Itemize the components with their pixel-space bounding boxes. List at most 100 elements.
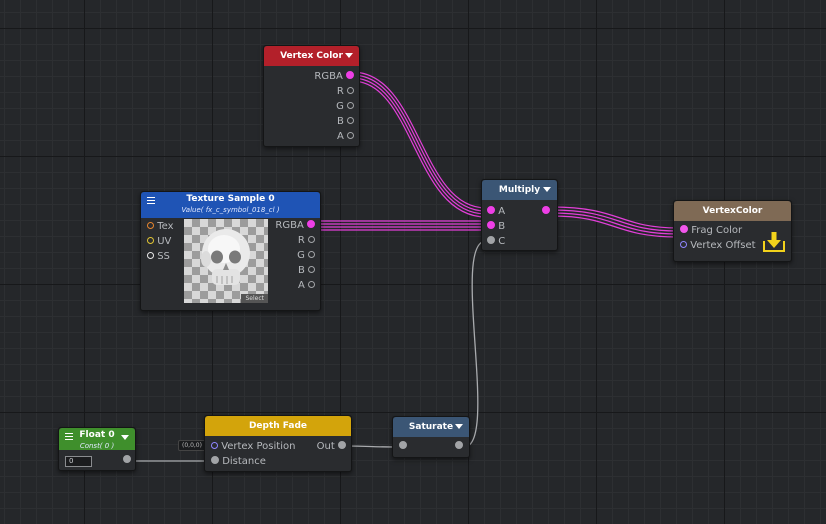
input-port-vertex-offset[interactable]: Vertex Offset — [680, 240, 756, 252]
input-port-distance[interactable]: Distance — [211, 456, 266, 468]
vertex-color-output-node-title: VertexColor — [702, 206, 763, 216]
port-connector-icon[interactable] — [147, 251, 154, 259]
port-connector-icon[interactable] — [211, 441, 218, 449]
wire-texture-to-multiply-b — [316, 220, 486, 231]
vertex-color-output-node-header[interactable]: VertexColor — [674, 201, 791, 221]
port-connector-icon[interactable] — [487, 236, 495, 244]
output-port-b[interactable]: B — [337, 116, 354, 128]
port-label: Tex — [157, 221, 174, 232]
port-connector-icon[interactable] — [147, 221, 154, 229]
float-node-title: Float 0 — [79, 430, 115, 440]
float-node[interactable]: Float 0 Const( 0 ) 0 — [58, 427, 136, 471]
output-port-out[interactable]: Out — [317, 441, 346, 453]
texture-sample-node[interactable]: Texture Sample 0 Value( fx_c_symbol_018_… — [140, 191, 321, 311]
output-port-g[interactable]: G — [297, 250, 315, 262]
port-label: Vertex Offset — [690, 240, 756, 251]
input-port-a[interactable]: A — [487, 206, 505, 218]
port-connector-icon[interactable] — [347, 131, 354, 139]
output-port-connector-icon[interactable] — [542, 206, 550, 214]
output-port-r[interactable]: R — [337, 86, 354, 98]
depth-fade-node-header[interactable]: Depth Fade — [205, 416, 351, 436]
port-label: R — [297, 235, 305, 246]
port-label: RGBA — [314, 71, 343, 82]
wire-multiply-to-output — [551, 206, 679, 238]
port-connector-icon[interactable] — [211, 456, 219, 464]
output-port-rgba[interactable]: RGBA — [314, 71, 354, 83]
port-connector-icon[interactable] — [346, 71, 354, 79]
port-label: B — [336, 116, 344, 127]
port-connector-icon[interactable] — [347, 86, 354, 94]
dropdown-arrow-icon[interactable] — [345, 53, 353, 58]
port-label: Distance — [222, 456, 266, 467]
output-port-b[interactable]: B — [298, 265, 315, 277]
output-port-r[interactable]: R — [298, 235, 315, 247]
multiply-node-header[interactable]: Multiply — [482, 180, 557, 200]
port-label: Frag Color — [691, 225, 743, 236]
input-port-frag-color[interactable]: Frag Color — [680, 225, 742, 237]
port-connector-icon[interactable] — [308, 280, 315, 288]
port-connector-icon[interactable] — [680, 240, 687, 248]
skull-texture-icon — [201, 229, 250, 285]
port-label: G — [297, 250, 305, 261]
select-texture-button[interactable]: Select — [241, 294, 268, 303]
port-label: R — [336, 86, 344, 97]
vertex-color-node-header[interactable]: Vertex Color — [264, 46, 359, 66]
port-label: Vertex Position — [221, 441, 296, 452]
port-label: B — [297, 265, 305, 276]
texture-sample-node-header[interactable]: Texture Sample 0 Value( fx_c_symbol_018_… — [141, 192, 320, 218]
depth-fade-node[interactable]: Depth Fade Vertex Position Distance Out — [204, 415, 352, 472]
depth-fade-node-title: Depth Fade — [248, 421, 308, 431]
float-node-subtitle: Const( 0 ) — [79, 442, 115, 450]
dropdown-arrow-icon[interactable] — [121, 435, 129, 440]
output-port-g[interactable]: G — [336, 101, 354, 113]
multiply-node-title: Multiply — [498, 185, 541, 195]
port-connector-icon[interactable] — [308, 250, 315, 258]
vertex-color-node[interactable]: Vertex Color RGBA R G B A — [263, 45, 360, 147]
vertex-color-output-node[interactable]: VertexColor Frag Color Vertex Offset — [673, 200, 792, 262]
vertex-color-node-title: Vertex Color — [280, 51, 343, 61]
port-label: A — [297, 280, 305, 291]
port-connector-icon[interactable] — [338, 441, 346, 449]
port-connector-icon[interactable] — [347, 116, 354, 124]
saturate-node-header[interactable]: Saturate — [393, 417, 469, 437]
float-value-input[interactable]: 0 — [65, 456, 92, 467]
dropdown-arrow-icon[interactable] — [455, 424, 463, 429]
port-label: C — [498, 236, 506, 247]
output-port-a[interactable]: A — [337, 131, 354, 143]
port-label: SS — [157, 251, 170, 262]
port-label: A — [498, 206, 506, 217]
texture-sample-node-title: Texture Sample 0 — [186, 194, 275, 204]
port-connector-icon[interactable] — [487, 221, 495, 229]
input-port-ss[interactable]: SS — [147, 251, 170, 263]
wire-vertexcolor-to-multiply-a — [351, 71, 487, 218]
output-port-connector-icon[interactable] — [455, 441, 463, 449]
texture-sample-node-subtitle: Value( fx_c_symbol_018_cl ) — [181, 206, 280, 214]
input-port-vertex-position[interactable]: Vertex Position — [211, 441, 295, 453]
port-connector-icon[interactable] — [308, 235, 315, 243]
port-label: UV — [157, 236, 172, 247]
multiply-node[interactable]: Multiply A B C — [481, 179, 558, 251]
output-download-icon — [763, 232, 785, 252]
output-port-connector-icon[interactable] — [123, 455, 131, 463]
port-connector-icon[interactable] — [307, 220, 315, 228]
saturate-node[interactable]: Saturate — [392, 416, 470, 458]
port-label: A — [336, 131, 344, 142]
input-port-connector-icon[interactable] — [399, 441, 407, 449]
float-node-header[interactable]: Float 0 Const( 0 ) — [59, 428, 135, 450]
port-connector-icon[interactable] — [347, 101, 354, 109]
port-connector-icon[interactable] — [147, 236, 154, 244]
menu-icon[interactable] — [65, 433, 73, 442]
port-connector-icon[interactable] — [680, 225, 688, 233]
port-connector-icon[interactable] — [487, 206, 495, 214]
texture-preview[interactable]: Select — [184, 219, 268, 303]
input-port-uv[interactable]: UV — [147, 236, 171, 248]
input-port-c[interactable]: C — [487, 236, 505, 248]
output-port-rgba[interactable]: RGBA — [275, 220, 315, 232]
dropdown-arrow-icon[interactable] — [543, 187, 551, 192]
menu-icon[interactable] — [147, 197, 155, 206]
input-port-b[interactable]: B — [487, 221, 505, 233]
port-connector-icon[interactable] — [308, 265, 315, 273]
input-port-tex[interactable]: Tex — [147, 221, 174, 233]
saturate-node-title: Saturate — [408, 422, 454, 432]
output-port-a[interactable]: A — [298, 280, 315, 292]
